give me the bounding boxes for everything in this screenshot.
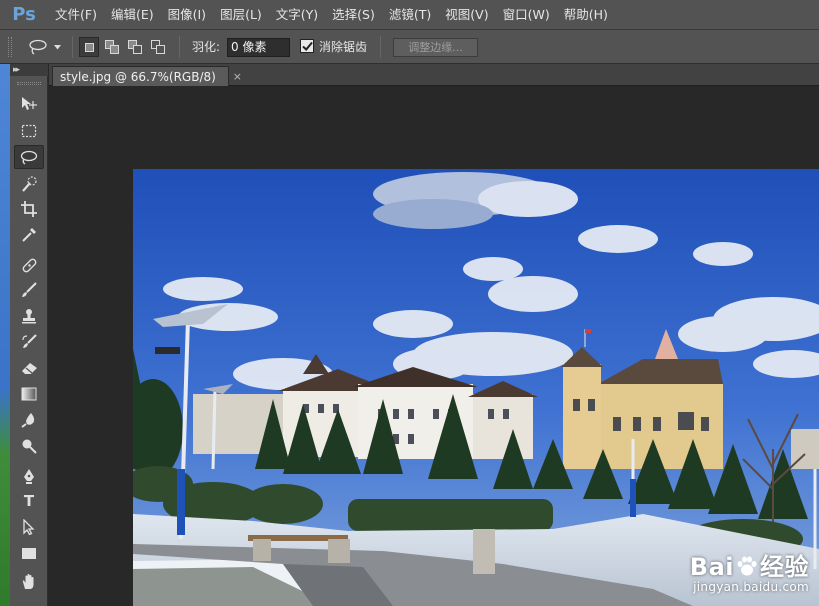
refine-edge-button[interactable]: 调整边缘... [393,38,478,57]
hand-tool[interactable] [14,569,44,593]
landscape-photo [133,169,819,606]
eraser-icon [21,362,37,374]
lasso-icon [20,150,38,165]
feather-label: 羽化: [192,40,221,54]
move-tool[interactable] [14,92,44,116]
lasso-icon [29,39,47,55]
gradient-tool[interactable] [14,382,44,406]
chevron-down-icon [54,44,61,49]
subtract-from-selection-button[interactable] [125,37,145,57]
menu-image[interactable]: 图像(I) [161,0,213,30]
desktop-background [0,64,10,606]
type-tool[interactable]: T [14,489,44,513]
move-icon [22,97,37,110]
document-tab-bar: style.jpg @ 66.7%(RGB/8) × [49,64,819,86]
type-icon: T [23,492,35,510]
rectangle-icon [22,547,36,559]
options-bar: 羽化: 0 像素 消除锯齿 调整边缘... [0,30,819,64]
menu-view[interactable]: 视图(V) [438,0,495,30]
path-selection-tool[interactable] [14,515,44,539]
brush-icon [22,282,37,297]
close-icon[interactable]: × [233,70,242,83]
antialias-checkbox[interactable] [300,39,314,53]
pen-icon [24,468,34,484]
divider [380,36,381,58]
pen-tool[interactable] [14,464,44,488]
brush-tool[interactable] [14,278,44,302]
document-tab[interactable]: style.jpg @ 66.7%(RGB/8) × [52,66,242,86]
stamp-icon [22,309,36,324]
feather-input[interactable]: 0 像素 [227,38,290,57]
watermark-brand: Bai [689,553,734,581]
lasso-tool[interactable] [14,145,44,169]
dodge-tool[interactable] [14,434,44,458]
menu-bar: Ps 文件(F) 编辑(E) 图像(I) 图层(L) 文字(Y) 选择(S) 滤… [0,0,819,30]
clone-stamp-tool[interactable] [14,304,44,328]
photoshop-logo: Ps [12,4,36,25]
eyedropper-tool[interactable] [14,223,44,247]
blur-tool[interactable] [14,408,44,432]
marquee-tool[interactable] [14,119,44,143]
intersect-selection-button[interactable] [148,37,168,57]
new-selection-button[interactable] [79,37,99,57]
menu-window[interactable]: 窗口(W) [496,0,557,30]
menu-filter[interactable]: 滤镜(T) [382,0,438,30]
eraser-tool[interactable] [14,356,44,380]
menu-select[interactable]: 选择(S) [325,0,382,30]
tool-preset-picker[interactable] [22,36,70,58]
crop-icon [21,201,37,217]
bandage-icon [22,258,36,272]
checkmark-icon [302,41,313,51]
options-bar-grip[interactable] [8,37,12,57]
water-drop-icon [21,413,35,428]
rectangular-marquee-icon [21,124,37,138]
history-brush-tool[interactable] [14,330,44,354]
menu-help[interactable]: 帮助(H) [557,0,615,30]
toolbox: T [10,76,48,606]
history-brush-icon [21,334,37,348]
dodge-icon [22,439,37,454]
healing-brush-tool[interactable] [14,253,44,277]
quick-selection-icon [21,176,37,192]
new-selection-icon [85,43,94,52]
gradient-icon [21,387,37,401]
antialias-label: 消除锯齿 [319,40,368,54]
watermark-suffix: 经验 [760,553,809,581]
watermark-url: jingyan.baidu.com [693,580,809,594]
baidu-logo: Bai 经验 [690,554,809,580]
expand-arrows-icon: ▸▸ [13,65,20,75]
divider [179,36,180,58]
menu-edit[interactable]: 编辑(E) [104,0,161,30]
paw-icon [737,556,757,576]
menu-layer[interactable]: 图层(L) [213,0,269,30]
document-tab-title: style.jpg @ 66.7%(RGB/8) [60,69,216,84]
quick-selection-tool[interactable] [14,172,44,196]
rectangle-tool[interactable] [14,541,44,565]
divider [72,36,73,58]
add-to-selection-button[interactable] [102,37,122,57]
toolbox-header[interactable]: ▸▸ [10,64,48,76]
toolbox-grip[interactable] [17,82,41,85]
path-selection-icon [23,519,35,535]
menu-type[interactable]: 文字(Y) [269,0,325,30]
hand-icon [22,573,34,589]
image-canvas[interactable]: Bai 经验 jingyan.baidu.com [133,169,819,606]
menu-file[interactable]: 文件(F) [48,0,104,30]
baidu-watermark: Bai 经验 jingyan.baidu.com [690,554,809,594]
crop-tool[interactable] [14,197,44,221]
eyedropper-icon [22,228,36,242]
